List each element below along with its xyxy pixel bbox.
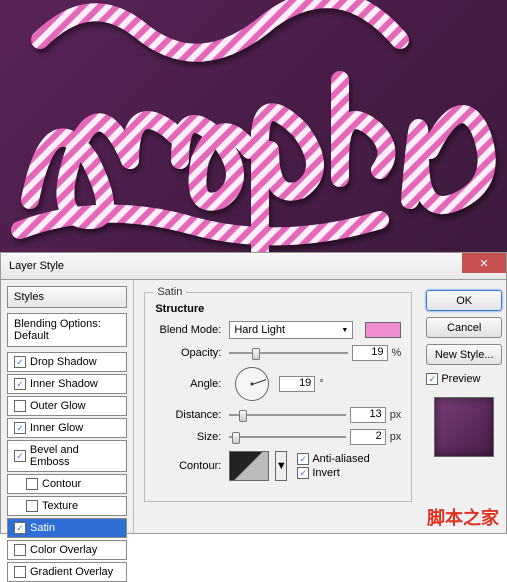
opacity-unit: %: [392, 347, 402, 359]
checkbox-icon[interactable]: [26, 478, 38, 490]
contour-row: Contour: ▼ ✓ Anti-aliased ✓ Invert: [155, 451, 401, 481]
opacity-slider[interactable]: [229, 346, 347, 360]
style-item-color-overlay[interactable]: Color Overlay: [7, 540, 127, 560]
style-label: Satin: [30, 522, 55, 534]
checkbox-icon[interactable]: ✓: [14, 450, 26, 462]
style-label: Color Overlay: [30, 544, 97, 556]
buttons-panel: OK Cancel New Style... ✓ Preview: [422, 280, 506, 533]
checkbox-icon[interactable]: [26, 500, 38, 512]
style-label: Contour: [42, 478, 81, 490]
new-style-button[interactable]: New Style...: [426, 344, 502, 365]
style-item-satin[interactable]: ✓ Satin: [7, 518, 127, 538]
style-label: Outer Glow: [30, 400, 86, 412]
blending-options-item[interactable]: Blending Options: Default: [7, 313, 127, 347]
style-label: Bevel and Emboss: [30, 444, 120, 468]
canvas-preview: [0, 0, 507, 252]
angle-dial[interactable]: [235, 367, 269, 401]
blend-mode-row: Blend Mode: Hard Light ▼: [155, 321, 401, 339]
checkbox-icon[interactable]: [14, 566, 26, 578]
angle-unit: °: [319, 378, 323, 390]
size-slider[interactable]: [229, 430, 345, 444]
close-icon: ✕: [479, 257, 488, 270]
opacity-row: Opacity: 19 %: [155, 345, 401, 361]
style-label: Inner Glow: [30, 422, 83, 434]
group-title: Satin: [153, 286, 186, 298]
invert-checkbox[interactable]: ✓ Invert: [297, 467, 369, 479]
distance-unit: px: [390, 409, 402, 421]
satin-group: Satin Structure Blend Mode: Hard Light ▼…: [144, 292, 412, 502]
close-button[interactable]: ✕: [462, 253, 506, 273]
contour-preview[interactable]: [229, 451, 269, 481]
distance-slider[interactable]: [229, 408, 345, 422]
style-item-drop-shadow[interactable]: ✓ Drop Shadow: [7, 352, 127, 372]
checkbox-icon[interactable]: [14, 400, 26, 412]
style-item-contour[interactable]: Contour: [7, 474, 127, 494]
ok-button[interactable]: OK: [426, 290, 502, 311]
styles-header[interactable]: Styles: [7, 286, 127, 308]
distance-label: Distance:: [155, 409, 225, 421]
styles-list-panel: Styles Blending Options: Default ✓ Drop …: [1, 280, 134, 533]
antialiased-checkbox[interactable]: ✓ Anti-aliased: [297, 453, 369, 465]
checkbox-icon[interactable]: ✓: [14, 378, 26, 390]
style-item-outer-glow[interactable]: Outer Glow: [7, 396, 127, 416]
size-field[interactable]: 2: [350, 429, 386, 445]
chevron-down-icon: ▼: [276, 460, 287, 472]
cancel-button[interactable]: Cancel: [426, 317, 502, 338]
angle-row: Angle: 19 °: [155, 367, 401, 401]
distance-field[interactable]: 13: [350, 407, 386, 423]
preview-label: Preview: [441, 373, 480, 385]
dialog-body: Styles Blending Options: Default ✓ Drop …: [0, 280, 507, 534]
rope-artwork: [0, 0, 507, 252]
settings-panel: Satin Structure Blend Mode: Hard Light ▼…: [134, 280, 422, 533]
antialiased-label: Anti-aliased: [312, 453, 369, 465]
style-label: Texture: [42, 500, 78, 512]
color-swatch[interactable]: [365, 322, 401, 338]
chevron-down-icon: ▼: [341, 327, 348, 334]
blend-mode-label: Blend Mode:: [155, 324, 225, 336]
angle-label: Angle:: [155, 378, 225, 390]
preview-checkbox[interactable]: ✓ Preview: [426, 373, 502, 385]
opacity-field[interactable]: 19: [352, 345, 388, 361]
angle-field[interactable]: 19: [279, 376, 315, 392]
size-label: Size:: [155, 431, 225, 443]
style-item-inner-glow[interactable]: ✓ Inner Glow: [7, 418, 127, 438]
checkbox-icon: ✓: [297, 467, 309, 479]
distance-row: Distance: 13 px: [155, 407, 401, 423]
checkbox-icon[interactable]: ✓: [14, 522, 26, 534]
style-label: Drop Shadow: [30, 356, 97, 368]
dialog-title: Layer Style: [9, 260, 64, 272]
style-item-gradient-overlay[interactable]: Gradient Overlay: [7, 562, 127, 582]
dialog-titlebar[interactable]: Layer Style ✕: [0, 252, 507, 280]
watermark: 脚本之家: [427, 504, 499, 530]
size-row: Size: 2 px: [155, 429, 401, 445]
checkbox-icon: ✓: [297, 453, 309, 465]
structure-title: Structure: [155, 303, 401, 315]
style-label: Inner Shadow: [30, 378, 98, 390]
blend-mode-dropdown[interactable]: Hard Light ▼: [229, 321, 353, 339]
opacity-label: Opacity:: [155, 347, 225, 359]
preview-swatch: [434, 397, 494, 457]
contour-dropdown[interactable]: ▼: [275, 451, 287, 481]
style-label: Gradient Overlay: [30, 566, 113, 578]
invert-label: Invert: [312, 467, 340, 479]
checkbox-icon[interactable]: ✓: [14, 422, 26, 434]
style-item-inner-shadow[interactable]: ✓ Inner Shadow: [7, 374, 127, 394]
style-item-texture[interactable]: Texture: [7, 496, 127, 516]
style-item-bevel-emboss[interactable]: ✓ Bevel and Emboss: [7, 440, 127, 472]
size-unit: px: [390, 431, 402, 443]
checkbox-icon[interactable]: [14, 544, 26, 556]
checkbox-icon[interactable]: ✓: [14, 356, 26, 368]
checkbox-icon: ✓: [426, 373, 438, 385]
contour-label: Contour:: [155, 460, 225, 472]
dropdown-value: Hard Light: [234, 324, 285, 336]
